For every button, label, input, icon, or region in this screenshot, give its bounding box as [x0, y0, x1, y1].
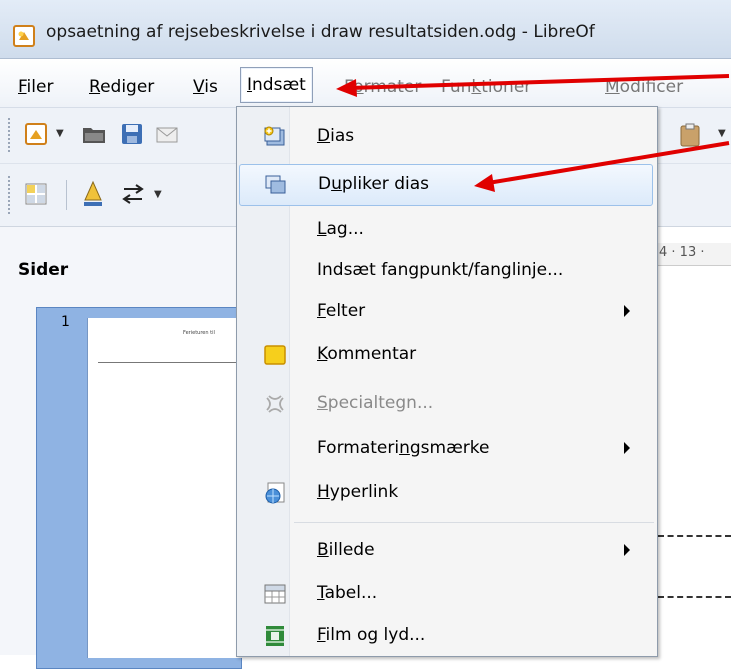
menu-item-dias[interactable]: Dias [239, 117, 653, 159]
new-dropdown-icon[interactable]: ▼ [56, 128, 64, 139]
grid-layout-icon[interactable] [24, 182, 48, 206]
menu-item-label: Billede [317, 540, 375, 560]
menu-item-label: Felter [317, 301, 366, 321]
menu-item-felter[interactable]: Felter [239, 292, 653, 334]
menu-item-label: Specialtegn... [317, 393, 434, 413]
drawing-canvas[interactable] [655, 227, 731, 655]
menu-item-label: Dupliker dias [318, 174, 429, 194]
menu-modificer[interactable]: Modificer [605, 77, 683, 97]
menu-item-dupliker-dias[interactable]: Dupliker dias [239, 164, 653, 206]
menu-filer[interactable]: Filer [18, 77, 53, 97]
menu-item-specialtegn[interactable]: Specialtegn... [239, 384, 653, 426]
slides-panel-title: Sider [18, 260, 69, 280]
submenu-arrow-icon [624, 442, 630, 454]
special-character-icon [266, 395, 284, 413]
menu-separator [294, 522, 654, 523]
ruler-text: 4 · 13 · [659, 245, 705, 260]
new-document-icon[interactable] [24, 122, 48, 146]
open-folder-icon[interactable] [81, 122, 107, 146]
menu-bar: Filer Rediger Vis Indsæt Formater Funkti… [0, 59, 731, 108]
menu-item-label: Indsæt fangpunkt/fanglinje... [317, 260, 564, 280]
menu-item-kommentar[interactable]: Kommentar [239, 335, 653, 377]
libreoffice-draw-icon [13, 25, 35, 47]
window-titlebar: opsaetning af rejsebeskrivelse i draw re… [0, 0, 731, 59]
menu-item-lag[interactable]: Lag... [239, 210, 653, 252]
paste-icon[interactable] [678, 122, 704, 148]
menu-rediger[interactable]: Rediger [89, 77, 154, 97]
new-slide-icon [264, 126, 285, 146]
film-sound-icon [266, 626, 284, 646]
arrange-dropdown-icon[interactable]: ▼ [154, 189, 162, 200]
dashed-guide-line [658, 596, 731, 598]
table-icon [264, 584, 286, 604]
menu-item-label: Dias [317, 126, 355, 146]
menu-item-label: Kommentar [317, 344, 417, 364]
menu-item-fangpunkt[interactable]: Indsæt fangpunkt/fanglinje... [239, 251, 653, 293]
menu-item-label: Formateringsmærke [317, 438, 490, 458]
window-title: opsaetning af rejsebeskrivelse i draw re… [46, 22, 595, 42]
menu-funktioner[interactable]: Funktioner [441, 77, 531, 97]
menu-item-label: Hyperlink [317, 482, 399, 502]
horizontal-ruler: 4 · 13 · [655, 243, 731, 266]
hyperlink-icon [265, 482, 285, 504]
menu-formater[interactable]: Formater [344, 77, 421, 97]
menu-item-billede[interactable]: Billede [239, 531, 653, 573]
paste-dropdown-icon[interactable]: ▼ [718, 128, 726, 139]
toolbar-grip[interactable] [8, 118, 13, 152]
submenu-arrow-icon [624, 305, 630, 317]
save-icon[interactable] [120, 122, 144, 146]
menu-item-tabel[interactable]: Tabel... [239, 574, 653, 616]
toolbar-grip-2[interactable] [8, 176, 13, 214]
menu-indsaet[interactable]: Indsæt [240, 67, 313, 103]
slide-thumb-line [98, 362, 253, 363]
menu-item-film-og-lyd[interactable]: Film og lyd... [239, 616, 653, 658]
menu-item-label: Lag... [317, 219, 364, 239]
menu-item-label: Film og lyd... [317, 625, 426, 645]
dashed-guide-line [658, 535, 731, 537]
slide-thumb-title: Ferieturen til [183, 330, 215, 336]
toolbar-separator [66, 180, 67, 210]
slide-page-preview: Ferieturen til [87, 318, 253, 658]
menu-item-label: Tabel... [317, 583, 378, 603]
insert-menu-dropdown: Dias Dupliker dias Lag... Indsæt fangpun… [236, 106, 658, 657]
email-icon[interactable] [155, 122, 179, 146]
arrange-arrows-icon[interactable] [120, 182, 146, 206]
submenu-arrow-icon [624, 544, 630, 556]
slide-number: 1 [61, 314, 70, 330]
slide-thumbnail[interactable]: 1 Ferieturen til [36, 307, 253, 669]
slides-panel: Sider 1 Ferieturen til [0, 227, 253, 669]
menu-item-hyperlink[interactable]: Hyperlink [239, 473, 653, 515]
comment-icon [264, 345, 286, 365]
duplicate-slide-icon [265, 175, 286, 194]
menu-vis[interactable]: Vis [193, 77, 218, 97]
menu-item-formateringsmaerke[interactable]: Formateringsmærke [239, 429, 653, 471]
glue-point-icon[interactable] [81, 180, 105, 208]
